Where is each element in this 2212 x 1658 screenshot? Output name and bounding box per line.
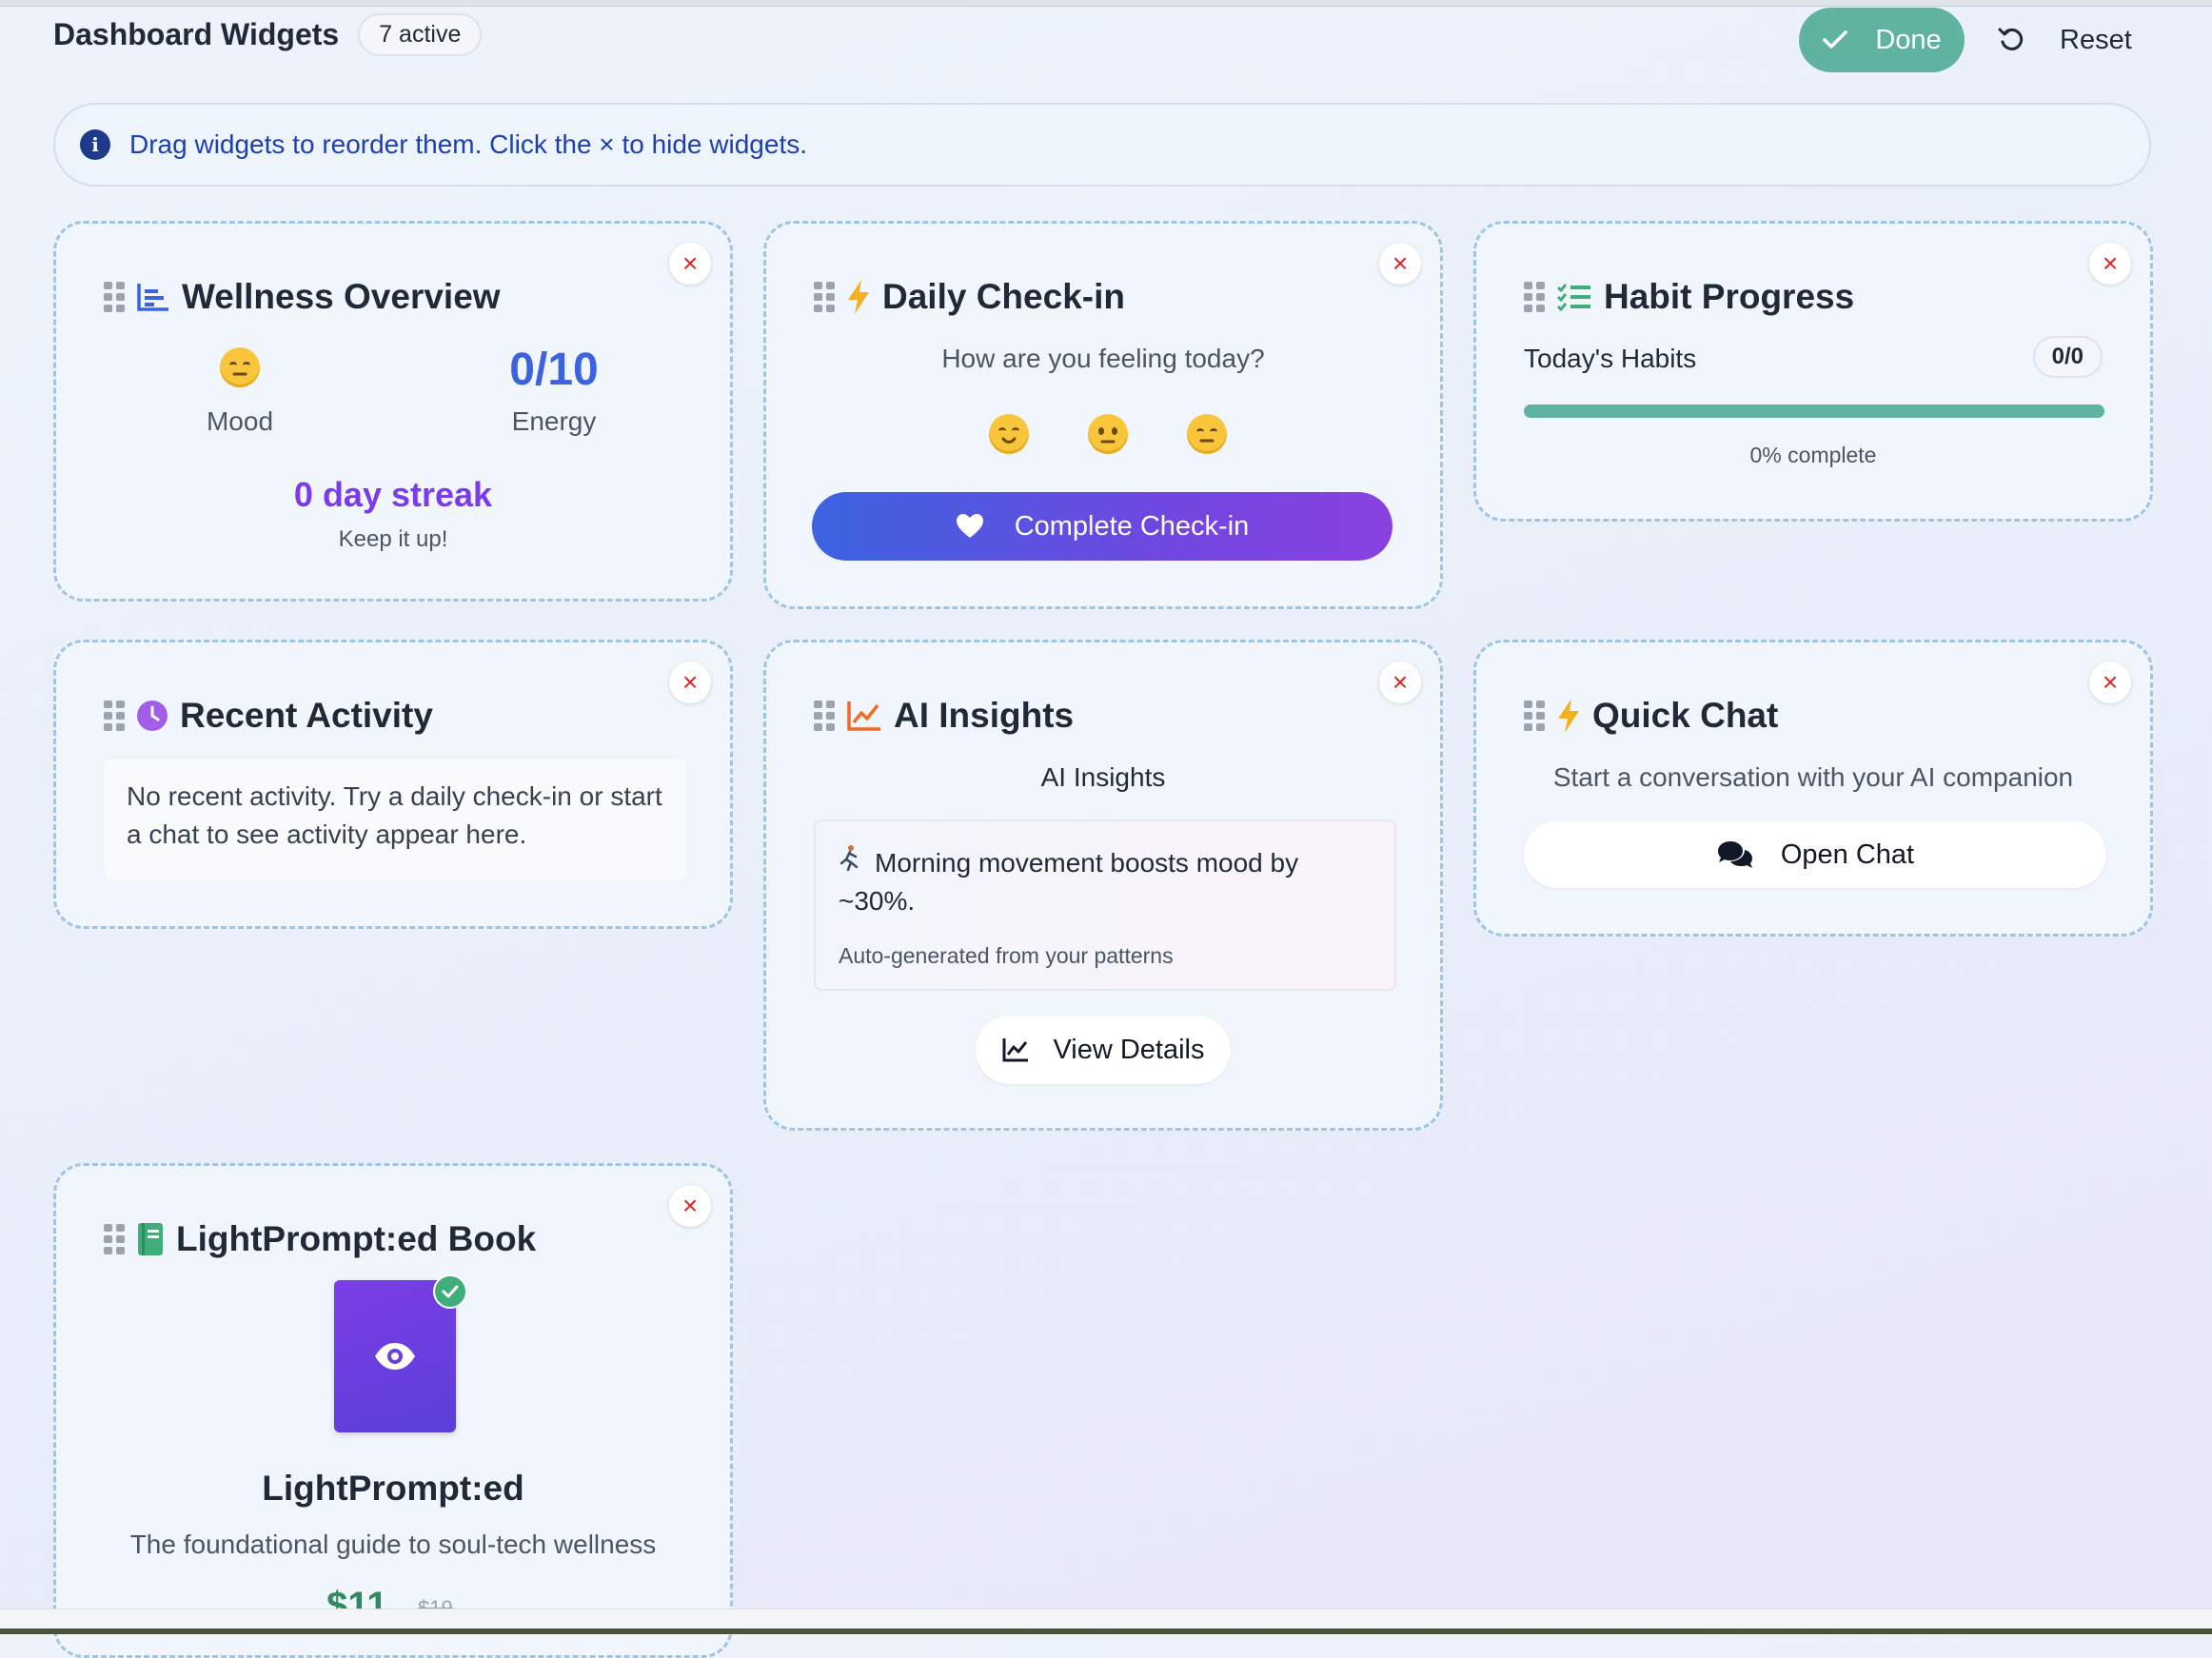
info-text: Drag widgets to reorder them. Click the …	[129, 129, 808, 159]
quickchat-subtitle: Start a conversation with your AI compan…	[1552, 762, 2074, 792]
undo-icon	[1998, 28, 2024, 50]
widget-title: Recent Activity	[180, 696, 433, 735]
widget-daily-checkin[interactable]: × Daily Check-in How are you feeling tod…	[763, 221, 1443, 609]
close-icon[interactable]: ×	[1379, 243, 1421, 285]
widget-title: LightPrompt:ed Book	[176, 1219, 537, 1258]
complete-checkin-button[interactable]: Complete Check-in	[812, 492, 1392, 561]
sad-face-icon[interactable]	[1187, 414, 1227, 454]
close-icon[interactable]: ×	[669, 243, 711, 285]
checklist-icon	[1556, 284, 1590, 312]
widget-title: AI Insights	[894, 696, 1075, 735]
eye-icon	[375, 1343, 415, 1370]
close-icon[interactable]: ×	[2089, 661, 2131, 703]
widget-title: Quick Chat	[1592, 696, 1779, 735]
widget-title: Habit Progress	[1604, 277, 1855, 316]
chat-bubbles-icon	[1717, 841, 1752, 868]
insights-subtitle: AI Insights	[1040, 762, 1166, 792]
drag-handle-icon[interactable]	[1524, 701, 1545, 731]
book-icon	[138, 1223, 163, 1255]
info-icon: i	[80, 129, 110, 160]
habits-label: Today's Habits	[1524, 344, 1697, 373]
checkin-question: How are you feeling today?	[941, 344, 1265, 373]
active-count-badge: 7 active	[358, 13, 483, 56]
widget-recent-activity[interactable]: × Recent Activity No recent activity. Tr…	[53, 640, 733, 929]
page-header: Dashboard Widgets 7 active	[53, 13, 483, 56]
open-chat-label: Open Chat	[1780, 839, 1915, 870]
line-chart-icon	[1002, 1038, 1029, 1062]
lightning-icon	[1558, 699, 1579, 733]
mood-emoji-icon	[220, 347, 260, 387]
close-icon[interactable]: ×	[1379, 661, 1421, 703]
mood-label: Mood	[206, 406, 274, 436]
habits-progress-bar	[1524, 405, 2104, 418]
close-icon[interactable]: ×	[2089, 243, 2131, 285]
drag-handle-icon[interactable]	[104, 282, 125, 312]
drag-handle-icon[interactable]	[1524, 282, 1545, 312]
streak-subtext: Keep it up!	[338, 526, 448, 552]
activity-empty-state: No recent activity. Try a daily check-in…	[104, 759, 686, 880]
view-details-button[interactable]: View Details	[976, 1016, 1231, 1084]
drag-handle-icon[interactable]	[814, 701, 835, 731]
widget-book[interactable]: × LightPrompt:ed Book LightPrompt:ed The…	[53, 1163, 733, 1658]
neutral-face-icon[interactable]	[1088, 414, 1128, 454]
close-icon[interactable]: ×	[669, 661, 711, 703]
complete-checkin-label: Complete Check-in	[1014, 510, 1250, 542]
window-top-edge	[0, 0, 2212, 7]
energy-label: Energy	[511, 406, 597, 436]
insight-source: Auto-generated from your patterns	[839, 943, 1174, 968]
insight-text: Morning movement boosts mood by ~30%.	[839, 848, 1299, 916]
view-details-label: View Details	[1053, 1034, 1205, 1065]
heart-icon	[956, 514, 983, 538]
owned-check-icon	[433, 1274, 467, 1309]
energy-value: 0/10	[509, 345, 599, 395]
insight-card: Morning movement boosts mood by ~30%. Au…	[814, 819, 1396, 991]
widget-habit-progress[interactable]: × Habit Progress Today's Habits 0/0 0% c…	[1473, 221, 2153, 522]
open-chat-button[interactable]: Open Chat	[1524, 821, 2106, 888]
page-title: Dashboard Widgets	[53, 17, 340, 51]
trend-chart-icon	[847, 701, 880, 731]
window-bottom-strip	[0, 1609, 2212, 1634]
done-label: Done	[1875, 24, 1942, 55]
drag-handle-icon[interactable]	[814, 282, 835, 312]
reset-button[interactable]: Reset	[1997, 8, 2132, 72]
widget-title: Daily Check-in	[882, 277, 1125, 316]
check-icon	[1823, 30, 1848, 49]
book-name: LightPrompt:ed	[262, 1469, 524, 1508]
drag-handle-icon[interactable]	[104, 701, 125, 731]
widget-ai-insights[interactable]: × AI Insights AI Insights Morning moveme…	[763, 640, 1443, 1131]
streak-text: 0 day streak	[293, 475, 493, 514]
done-button[interactable]: Done	[1799, 8, 1965, 72]
widget-quick-chat[interactable]: × Quick Chat Start a conversation with y…	[1473, 640, 2153, 937]
habits-complete-text: 0% complete	[1749, 443, 1877, 467]
widget-wellness-overview[interactable]: × Wellness Overview Mood 0/10 Energy 0 d…	[53, 221, 733, 602]
widget-title: Wellness Overview	[182, 277, 501, 316]
book-description: The foundational guide to soul-tech well…	[129, 1530, 657, 1559]
clock-icon	[137, 701, 168, 731]
close-icon[interactable]: ×	[669, 1185, 711, 1227]
drag-handle-icon[interactable]	[104, 1224, 125, 1254]
habits-count-badge: 0/0	[2032, 336, 2103, 378]
chart-bar-icon	[137, 284, 168, 311]
lightning-icon	[848, 280, 869, 314]
info-banner: i Drag widgets to reorder them. Click th…	[53, 103, 2151, 187]
happy-face-icon[interactable]	[989, 414, 1029, 454]
reset-label: Reset	[2060, 24, 2132, 55]
